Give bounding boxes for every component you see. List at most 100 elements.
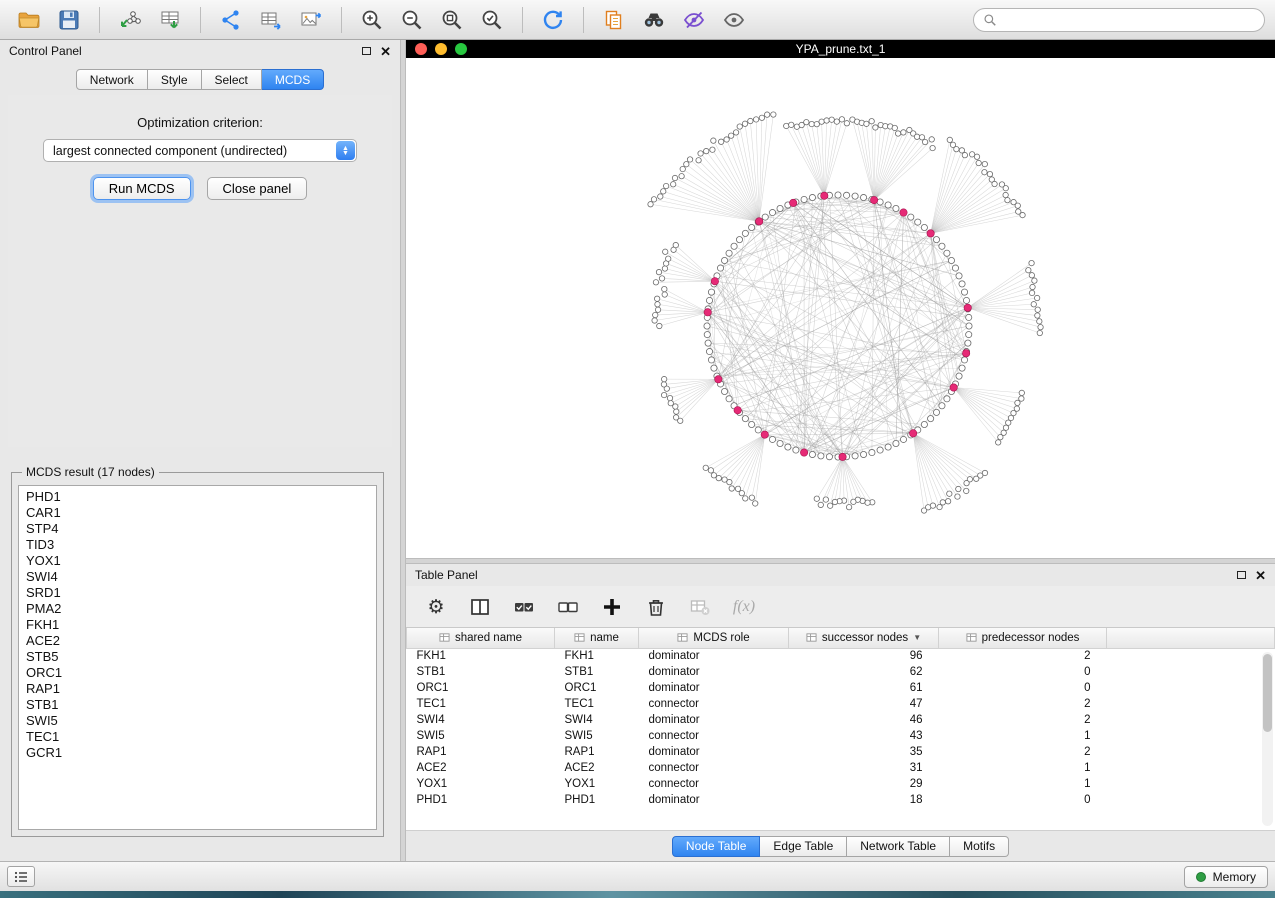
table-panel-header: Table Panel ✕ [406, 564, 1275, 586]
network-graph[interactable] [406, 58, 1275, 558]
tab-node-table[interactable]: Node Table [672, 836, 761, 857]
float-panel-icon[interactable] [362, 47, 371, 55]
cell-successor-nodes: 61 [789, 680, 939, 696]
mcds-result-item[interactable]: GCR1 [26, 745, 376, 761]
deselect-all-button[interactable] [556, 595, 580, 619]
maximize-window-icon[interactable] [455, 43, 467, 55]
column-header-shared-name[interactable]: shared name [407, 628, 555, 648]
table-settings-button[interactable]: ⚙ [424, 595, 448, 619]
delete-column-button[interactable] [644, 595, 668, 619]
zoom-out-button[interactable] [393, 5, 431, 35]
table-row[interactable]: SWI4SWI4dominator462 [407, 712, 1275, 728]
table-row[interactable]: TEC1TEC1connector472 [407, 696, 1275, 712]
mcds-result-item[interactable]: CAR1 [26, 505, 376, 521]
mcds-result-list[interactable]: PHD1CAR1STP4TID3YOX1SWI4SRD1PMA2FKH1ACE2… [18, 485, 377, 830]
cell-mcds-role: dominator [639, 712, 789, 728]
table-panel-tabs: Node Table Edge Table Network Table Moti… [406, 831, 1275, 861]
panel-menu-button[interactable] [7, 866, 35, 887]
mcds-result-item[interactable]: PHD1 [26, 489, 376, 505]
cell-successor-nodes: 96 [789, 648, 939, 664]
cell-mcds-role: connector [639, 728, 789, 744]
mcds-result-item[interactable]: YOX1 [26, 553, 376, 569]
cell-predecessor-nodes: 2 [939, 712, 1107, 728]
float-panel-icon[interactable] [1237, 571, 1246, 579]
mcds-result-item[interactable]: SWI5 [26, 713, 376, 729]
table-row[interactable]: STB1STB1dominator620 [407, 664, 1275, 680]
column-header-predecessor-nodes[interactable]: predecessor nodes [939, 628, 1107, 648]
zoom-in-button[interactable] [353, 5, 391, 35]
mcds-result-item[interactable]: ORC1 [26, 665, 376, 681]
tab-style[interactable]: Style [148, 69, 202, 90]
table-row[interactable]: ACE2ACE2connector311 [407, 760, 1275, 776]
copy-network-button[interactable] [595, 5, 633, 35]
tab-network[interactable]: Network [76, 69, 148, 90]
tab-network-table[interactable]: Network Table [847, 836, 950, 857]
cell-shared-name: PHD1 [407, 792, 555, 808]
cell-predecessor-nodes: 1 [939, 760, 1107, 776]
plus-icon [601, 596, 623, 618]
table-row[interactable]: SWI5SWI5connector431 [407, 728, 1275, 744]
tab-select[interactable]: Select [202, 69, 262, 90]
mcds-result-item[interactable]: SRD1 [26, 585, 376, 601]
zoom-fit-button[interactable] [433, 5, 471, 35]
search-network-button[interactable] [635, 5, 673, 35]
select-all-button[interactable] [512, 595, 536, 619]
memory-button[interactable]: Memory [1184, 866, 1268, 888]
table-row[interactable]: FKH1FKH1dominator962 [407, 648, 1275, 664]
mcds-result-item[interactable]: RAP1 [26, 681, 376, 697]
network-search-field[interactable] [973, 8, 1265, 32]
cell-filler [1107, 744, 1275, 760]
scrollbar-thumb[interactable] [1263, 654, 1272, 732]
column-header-successor-nodes[interactable]: successor nodes ▼ [789, 628, 939, 648]
close-panel-button[interactable]: Close panel [207, 177, 308, 200]
tab-motifs[interactable]: Motifs [950, 836, 1009, 857]
mcds-result-item[interactable]: SWI4 [26, 569, 376, 585]
close-panel-icon[interactable]: ✕ [1255, 569, 1266, 582]
run-mcds-button[interactable]: Run MCDS [93, 177, 191, 200]
cell-mcds-role: connector [639, 776, 789, 792]
mcds-result-item[interactable]: STP4 [26, 521, 376, 537]
tab-edge-table[interactable]: Edge Table [760, 836, 847, 857]
toolbar-separator [341, 7, 342, 33]
tab-mcds[interactable]: MCDS [262, 69, 324, 90]
refresh-button[interactable] [534, 5, 572, 35]
table-row[interactable]: YOX1YOX1connector291 [407, 776, 1275, 792]
cell-shared-name: YOX1 [407, 776, 555, 792]
function-builder-button[interactable]: f(x) [732, 595, 756, 619]
export-table-button[interactable] [252, 5, 290, 35]
add-column-button[interactable] [600, 595, 624, 619]
export-network-button[interactable] [212, 5, 250, 35]
export-image-button[interactable] [292, 5, 330, 35]
table-row[interactable]: RAP1RAP1dominator352 [407, 744, 1275, 760]
show-all-button[interactable] [715, 5, 753, 35]
minimize-window-icon[interactable] [435, 43, 447, 55]
cell-predecessor-nodes: 0 [939, 664, 1107, 680]
zoom-selected-button[interactable] [473, 5, 511, 35]
show-columns-button[interactable] [468, 595, 492, 619]
close-panel-icon[interactable]: ✕ [380, 45, 391, 58]
hide-selected-button[interactable] [675, 5, 713, 35]
mcds-result-item[interactable]: ACE2 [26, 633, 376, 649]
optimization-criterion-select[interactable]: largest connected component (undirected)… [43, 139, 357, 162]
close-window-icon[interactable] [415, 43, 427, 55]
delete-table-button[interactable] [688, 595, 712, 619]
open-file-button[interactable] [10, 5, 48, 35]
cell-name: FKH1 [555, 648, 639, 664]
mcds-result-item[interactable]: TEC1 [26, 729, 376, 745]
column-header-name[interactable]: name [555, 628, 639, 648]
network-view[interactable] [406, 58, 1275, 558]
mcds-result-item[interactable]: TID3 [26, 537, 376, 553]
mcds-result-item[interactable]: FKH1 [26, 617, 376, 633]
import-table-button[interactable] [151, 5, 189, 35]
mcds-result-item[interactable]: STB1 [26, 697, 376, 713]
search-input[interactable] [1003, 13, 1255, 27]
mcds-result-item[interactable]: PMA2 [26, 601, 376, 617]
table-row[interactable]: PHD1PHD1dominator180 [407, 792, 1275, 808]
table-scrollbar[interactable] [1262, 652, 1273, 826]
save-session-button[interactable] [50, 5, 88, 35]
import-network-button[interactable] [111, 5, 149, 35]
column-header-mcds-role[interactable]: MCDS role [639, 628, 789, 648]
table-row[interactable]: ORC1ORC1dominator610 [407, 680, 1275, 696]
column-grid-icon [966, 632, 977, 643]
mcds-result-item[interactable]: STB5 [26, 649, 376, 665]
